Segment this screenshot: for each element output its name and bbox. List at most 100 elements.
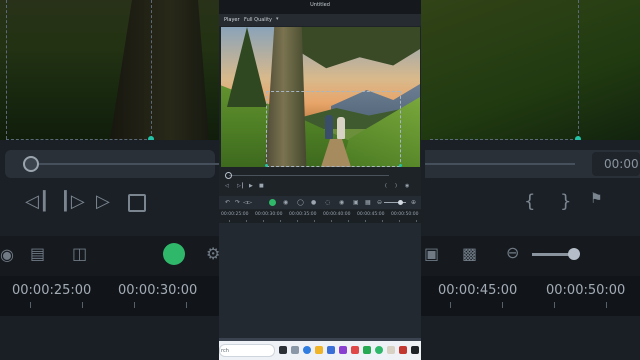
effects-icon[interactable]: ◌ [325, 199, 330, 206]
background-selection-edge [151, 0, 152, 139]
selection-box-edge [400, 91, 401, 167]
editor-app-icon[interactable] [339, 346, 347, 354]
selection-handle[interactable] [265, 164, 268, 167]
ruler-tick [348, 220, 349, 222]
snapshot-icon[interactable]: ◉ [405, 183, 409, 189]
stop-icon[interactable]: ■ [259, 183, 264, 189]
background-scrubber-track [33, 163, 223, 165]
record-icon[interactable]: ◉ [283, 199, 288, 206]
terminal-icon[interactable] [411, 346, 419, 354]
ai-mask-icon[interactable] [269, 199, 276, 206]
chevron-down-icon[interactable]: ▾ [276, 16, 279, 22]
zoom-out-icon[interactable]: ⊖ [377, 199, 382, 206]
grid-icon[interactable]: ▦ [365, 199, 371, 206]
file-explorer-icon[interactable] [315, 346, 323, 354]
timeline-zoom-knob[interactable] [398, 200, 403, 205]
widgets-icon[interactable] [291, 346, 299, 354]
background-ruler-tick [186, 302, 187, 308]
taskbar: rch [219, 341, 421, 360]
background-selection-edge [6, 0, 7, 139]
background-zoom-knob [568, 248, 580, 260]
playback-bar: ◁ ▷┃ ▶ ■ ( ) ◉ [219, 168, 421, 192]
play-icon[interactable]: ▶ [249, 183, 253, 189]
edge-browser-icon[interactable] [303, 346, 311, 354]
background-tool-icon: ◉ [0, 245, 14, 264]
selection-box-edge [266, 91, 267, 167]
prev-frame-icon[interactable]: ◁ [225, 183, 229, 189]
undo-icon[interactable]: ↶ [225, 199, 230, 206]
title-bar: Untitled [219, 0, 421, 14]
office-icon[interactable] [399, 346, 407, 354]
mic-icon[interactable]: ● [311, 199, 316, 206]
store-icon[interactable] [327, 346, 335, 354]
background-scrubber-track [425, 163, 575, 165]
timeline-ruler[interactable]: 00:00:25:00 00:00:30:00 00:00:35:00 00:0… [219, 210, 421, 223]
playhead-knob[interactable] [225, 172, 232, 179]
background-mark-out: } [560, 191, 572, 212]
player-header: Player Full Quality ▾ [219, 14, 421, 26]
ruler-tick [314, 220, 315, 222]
color-icon[interactable]: ◉ [339, 199, 344, 206]
background-flag-icon: ⚑ [590, 191, 603, 207]
photos-icon[interactable] [387, 346, 395, 354]
taskbar-search[interactable]: rch [219, 344, 275, 357]
chrome-icon[interactable] [375, 346, 383, 354]
shield-icon[interactable]: ◯ [297, 199, 304, 206]
mark-in-icon[interactable]: ( [385, 183, 387, 189]
preview-person [337, 117, 345, 139]
ruler-tick [331, 220, 332, 222]
selection-box-edge [266, 166, 400, 167]
timeline-toolbar: ↶ ↷ ◅▻ ◉ ◯ ● ◌ ◉ ▣ ▦ ⊖ ⊕ [219, 196, 421, 209]
background-zoom-out-icon: ⊖ [506, 243, 520, 262]
split-icon[interactable]: ◅▻ [243, 199, 252, 206]
timeline-track-area[interactable] [219, 223, 421, 341]
background-ruler-tick [450, 302, 451, 308]
background-ruler-label: 00:00:50:00 [546, 283, 626, 298]
tab-player[interactable]: Player [224, 17, 240, 23]
zoom-in-icon[interactable]: ⊕ [411, 199, 416, 206]
background-ruler-tick [554, 302, 555, 308]
ruler-tick [416, 220, 417, 222]
background-fit-tool-icon: ▩ [462, 244, 478, 263]
ruler-tick [382, 220, 383, 222]
ruler-tick [280, 220, 281, 222]
background-ai-mask-icon [163, 243, 185, 265]
ruler-tick [229, 220, 230, 222]
ruler-label: 00:00:35:00 [289, 212, 317, 217]
background-stop-icon [128, 194, 146, 212]
step-forward-icon[interactable]: ▷┃ [237, 183, 244, 189]
taskbar-search-text: rch [221, 348, 229, 354]
selection-box-edge [266, 91, 400, 92]
playback-scrubber[interactable] [229, 175, 389, 176]
background-ruler-tick [606, 302, 607, 308]
background-ruler-tick [502, 302, 503, 308]
video-preview[interactable] [221, 27, 420, 167]
ruler-label: 00:00:25:00 [221, 212, 249, 217]
background-tree-trunk [110, 0, 209, 140]
task-view-icon[interactable] [279, 346, 287, 354]
window-title: Untitled [310, 2, 330, 8]
background-crop-tool-icon: ▣ [424, 244, 440, 263]
ruler-tick [246, 220, 247, 222]
ruler-tick [365, 220, 366, 222]
selection-handle[interactable] [399, 164, 402, 167]
background-timecode: 00:00 [592, 152, 640, 176]
ruler-label: 00:00:50:00 [391, 212, 419, 217]
redo-icon[interactable]: ↷ [235, 199, 240, 206]
mark-out-icon[interactable]: ) [395, 183, 397, 189]
background-ruler-label: 00:00:45:00 [438, 283, 518, 298]
ruler-label: 00:00:45:00 [357, 212, 385, 217]
background-ruler-label: 00:00:30:00 [118, 283, 198, 298]
ruler-label: 00:00:40:00 [323, 212, 351, 217]
chat-app-icon[interactable] [363, 346, 371, 354]
background-prev-frame-icon: ◁┃ [25, 191, 50, 212]
preview-person [325, 115, 333, 139]
background-mark-in: { [524, 191, 536, 212]
background-ruler-tick [82, 302, 83, 308]
quality-select[interactable]: Full Quality [244, 17, 272, 23]
background-ruler-tick [30, 302, 31, 308]
background-ruler-tick [134, 302, 135, 308]
background-scrubber-knob [23, 156, 39, 172]
pip-icon[interactable]: ▣ [353, 199, 359, 206]
media-app-icon[interactable] [351, 346, 359, 354]
